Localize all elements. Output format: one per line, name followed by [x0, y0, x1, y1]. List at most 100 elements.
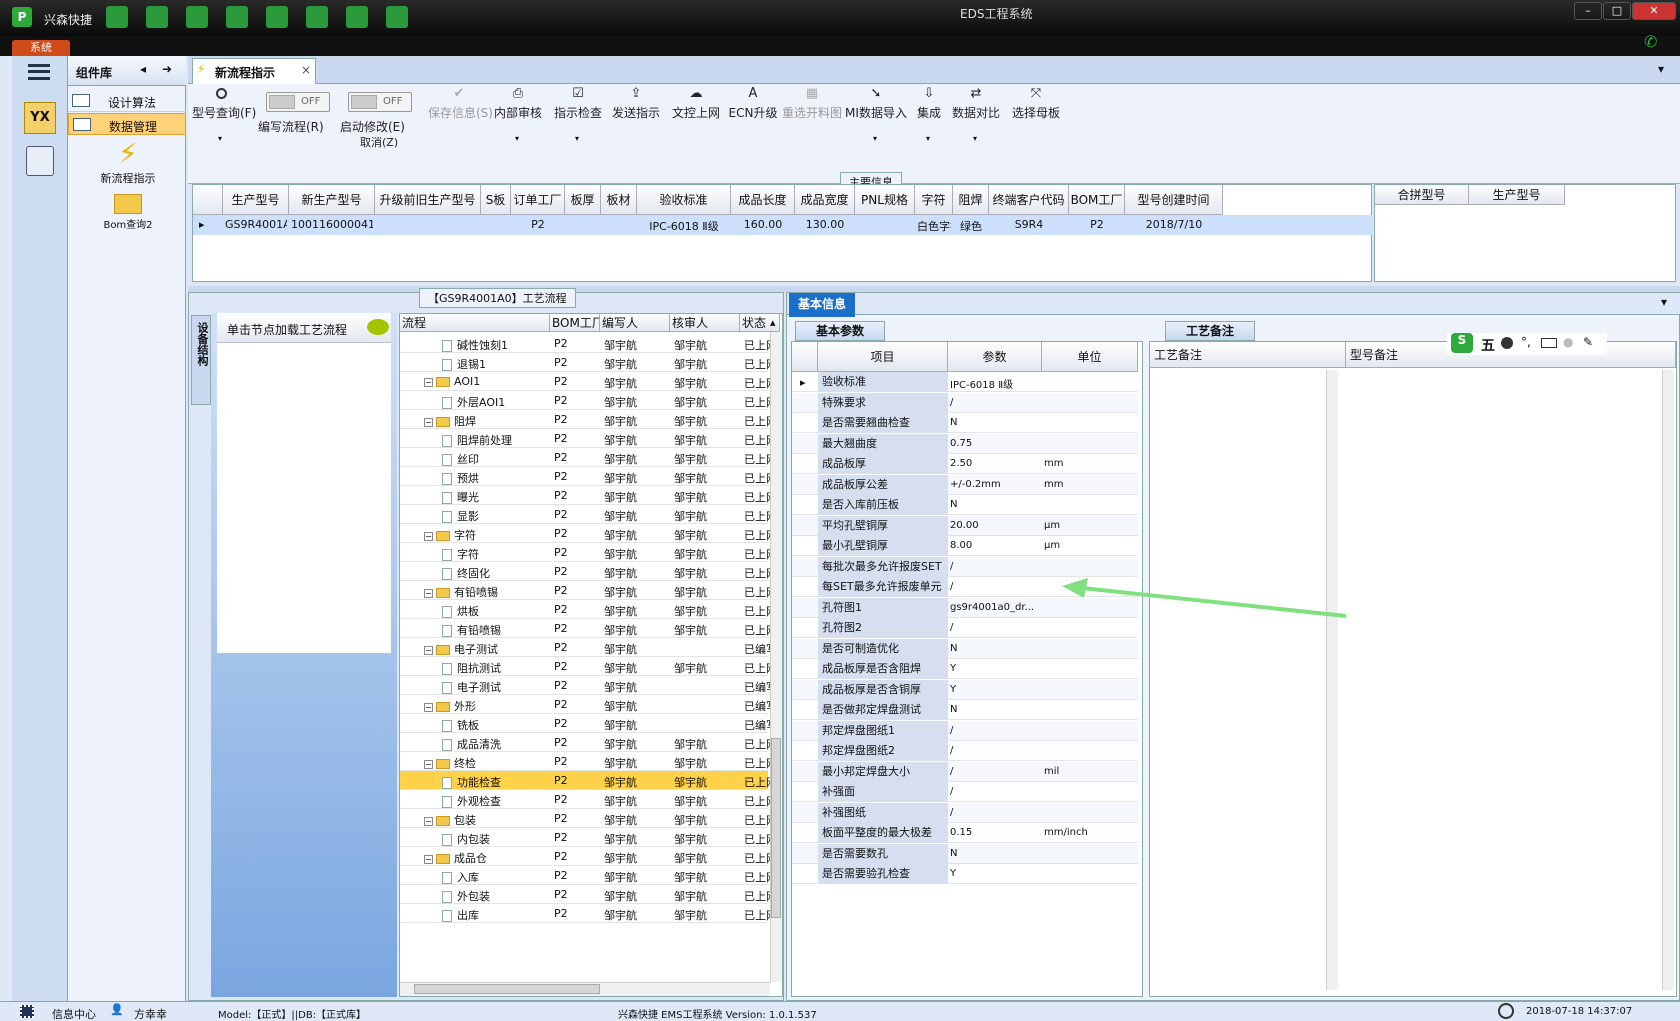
edit-flow-toggle[interactable]: OFF — [266, 92, 330, 112]
v-scroll-thumb[interactable] — [771, 738, 781, 918]
param-value[interactable]: / — [950, 561, 1040, 572]
column-header[interactable]: 新生产型号 — [289, 185, 375, 215]
column-header[interactable]: 型号创建时间 — [1125, 185, 1223, 215]
column-header[interactable]: 终端客户代码 — [989, 185, 1069, 215]
param-value[interactable]: / — [950, 622, 1040, 633]
column-header[interactable]: 成品宽度 — [795, 185, 855, 215]
flow-node[interactable]: − 有铅喷锡 — [424, 584, 498, 600]
flow-node[interactable]: 电子测试 — [442, 679, 501, 695]
expand-icon[interactable]: − — [424, 816, 433, 826]
flow-node[interactable]: − 成品仓 — [424, 850, 487, 866]
chart-icon[interactable] — [386, 6, 408, 28]
flow-node[interactable]: 显影 — [442, 508, 479, 524]
minimize-button[interactable]: – — [1574, 2, 1602, 20]
flow-node[interactable]: − 阻焊 — [424, 413, 476, 429]
param-value[interactable]: / — [950, 397, 1040, 408]
column-header[interactable]: PNL规格 — [855, 185, 915, 215]
merge-col-header[interactable]: 合拼型号 — [1375, 185, 1469, 205]
flow-col-header[interactable]: 编写人 — [600, 314, 670, 332]
flow-node[interactable]: 功能检查 — [442, 774, 501, 790]
calculator-tool-icon[interactable] — [26, 146, 54, 176]
param-col-header[interactable]: 参数 — [948, 342, 1042, 372]
sidebar-item-design[interactable]: 设计算法 — [68, 90, 186, 112]
mi-import-button[interactable]: ➘ MI数据导入 ▾ — [844, 84, 908, 154]
equipment-tab[interactable]: 设备结构 — [191, 315, 211, 405]
user-icon[interactable] — [346, 6, 368, 28]
send-button[interactable]: ⇪ 发送指示 — [608, 84, 664, 154]
param-value[interactable]: / — [950, 745, 1040, 756]
flow-node[interactable]: 外层AOI1 — [442, 394, 505, 410]
expand-icon[interactable]: − — [424, 854, 433, 864]
wrench-icon[interactable]: ✎ — [1583, 335, 1593, 349]
user-icon[interactable]: ● — [1563, 335, 1573, 349]
publish-button[interactable]: ☁ 文控上网 — [668, 84, 724, 154]
dropdown-icon[interactable]: ▾ — [575, 134, 579, 143]
select-master-button[interactable]: ⤧ 选择母板 — [1008, 84, 1064, 154]
param-value[interactable]: IPC-6018 Ⅱ级 — [950, 376, 1040, 391]
moon-icon[interactable] — [1501, 337, 1513, 349]
expand-icon[interactable]: − — [424, 417, 433, 427]
param-value[interactable]: N — [950, 704, 1040, 715]
module-bom-query[interactable]: Bom查询2 — [78, 190, 178, 238]
module-new-flow[interactable]: ⚡ 新流程指示 — [78, 138, 178, 190]
flow-node[interactable]: 曝光 — [442, 489, 479, 505]
tab-new-flow[interactable]: ⚡ 新流程指示 × — [192, 58, 316, 84]
keyboard-icon[interactable] — [1541, 338, 1557, 348]
reselect-drawing-button[interactable]: ▦ 重选开料图 — [780, 84, 844, 154]
expand-icon[interactable]: − — [424, 531, 433, 541]
flow-node[interactable]: 成品清洗 — [442, 736, 501, 752]
scissors-icon[interactable] — [186, 6, 208, 28]
flow-col-header[interactable]: 流程 — [400, 314, 550, 332]
column-header[interactable]: 升级前旧生产型号 — [375, 185, 481, 215]
param-value[interactable]: N — [950, 499, 1040, 510]
calculator-icon[interactable] — [146, 6, 168, 28]
expand-icon[interactable]: − — [424, 377, 433, 387]
flow-col-header[interactable]: BOM工厂 — [550, 314, 600, 332]
check-button[interactable]: ☑ 指示检查 ▾ — [550, 84, 606, 154]
prod-col-header[interactable]: 生产型号 — [1469, 185, 1565, 205]
sidebar-item-data[interactable]: 数据管理 — [68, 113, 186, 135]
flow-node[interactable]: 烘板 — [442, 603, 479, 619]
flow-node[interactable]: − AOI1 — [424, 375, 480, 388]
column-header[interactable]: 成品长度 — [731, 185, 795, 215]
dropdown-icon[interactable]: ▾ — [515, 134, 519, 143]
param-value[interactable]: 8.00 — [950, 540, 1040, 551]
hamburger-icon[interactable] — [28, 64, 50, 80]
tab-process-remark[interactable]: 工艺备注 — [1165, 321, 1255, 341]
column-header[interactable]: 字符 — [915, 185, 953, 215]
column-header[interactable]: 验收标准 — [637, 185, 731, 215]
flow-node[interactable]: 外观检查 — [442, 793, 501, 809]
param-value[interactable]: Y — [950, 663, 1040, 674]
flow-node[interactable]: 外包装 — [442, 888, 490, 904]
column-header[interactable]: 阻焊 — [953, 185, 989, 215]
scroll-up-icon[interactable]: ▴ — [770, 316, 776, 329]
column-header[interactable]: BOM工厂 — [1069, 185, 1125, 215]
close-button[interactable]: ✕ — [1632, 2, 1676, 20]
collapse-left-icon[interactable]: ◂ — [140, 62, 146, 76]
expand-icon[interactable]: − — [424, 759, 433, 769]
flow-node[interactable]: 字符 — [442, 546, 479, 562]
chevron-down-icon[interactable]: ▾ — [1658, 62, 1664, 76]
column-header[interactable]: 板厚 — [565, 185, 601, 215]
param-col-header[interactable]: 单位 — [1042, 342, 1138, 372]
flow-node[interactable]: − 外形 — [424, 698, 476, 714]
param-col-header[interactable]: 项目 — [818, 342, 948, 372]
auto-modify-toggle[interactable]: OFF — [348, 92, 412, 112]
flow-node[interactable]: − 终检 — [424, 755, 476, 771]
internal-review-button[interactable]: ⎙ 内部审核 ▾ — [490, 84, 546, 154]
sogou-icon[interactable]: S — [1451, 333, 1473, 353]
flow-node[interactable]: − 包装 — [424, 812, 476, 828]
flow-node[interactable]: 阻抗测试 — [442, 660, 501, 676]
expand-icon[interactable]: − — [424, 588, 433, 598]
menu-system[interactable]: 系统 — [12, 40, 70, 56]
flow-col-header[interactable]: 核审人 — [670, 314, 740, 332]
tab-basic-params[interactable]: 基本参数 — [795, 321, 885, 341]
query-button[interactable]: 型号查询(F) ▾ — [188, 84, 258, 154]
punct-icon[interactable]: °, — [1521, 335, 1531, 349]
cancel-label[interactable]: 取消(Z) — [360, 134, 398, 150]
integrate-button[interactable]: ⇩ 集成 ▾ — [912, 84, 946, 154]
flow-node[interactable]: − 字符 — [424, 527, 476, 543]
column-header[interactable]: 板材 — [601, 185, 637, 215]
ecn-upgrade-button[interactable]: A ECN升级 — [728, 84, 778, 154]
param-value[interactable]: / — [950, 581, 1040, 592]
